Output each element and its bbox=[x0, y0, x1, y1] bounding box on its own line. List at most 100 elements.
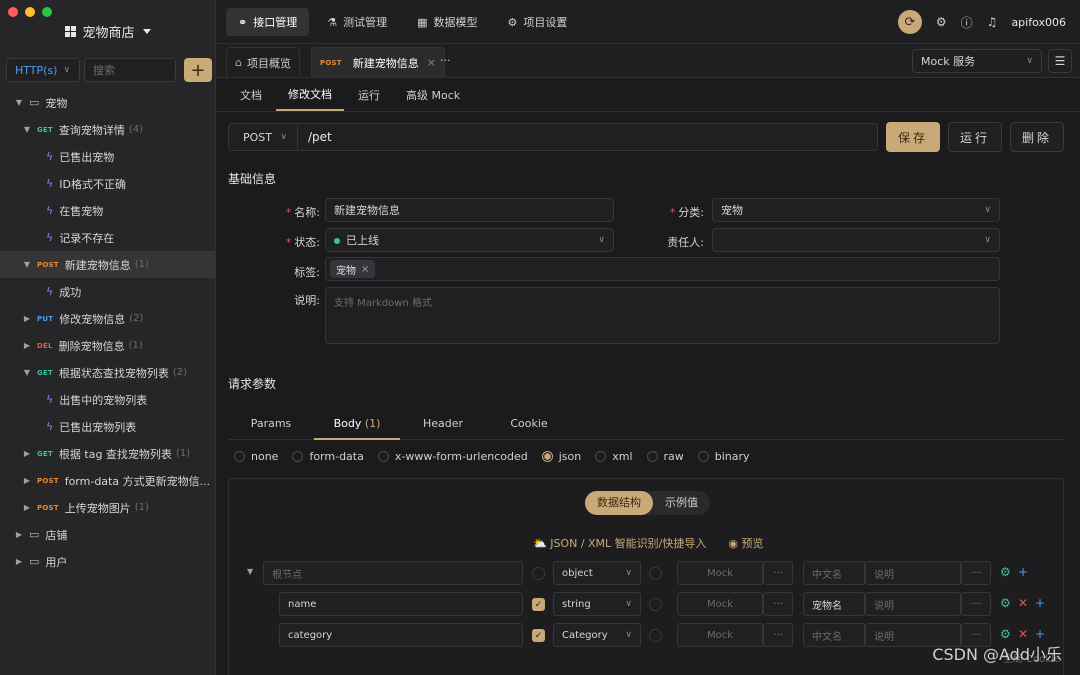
radio-json[interactable]: json bbox=[541, 450, 581, 463]
gear-icon[interactable]: ⚙ bbox=[1000, 565, 1011, 579]
tree-case-item[interactable]: ϟ 已售出宠物列表 bbox=[0, 413, 216, 440]
run-button[interactable]: 运行 bbox=[948, 122, 1002, 152]
preview-link[interactable]: ◉ 预览 bbox=[728, 535, 763, 551]
tree-case-item[interactable]: ϟ 成功 bbox=[0, 278, 216, 305]
top-tab-3[interactable]: ⚙ 项目设置 bbox=[496, 8, 580, 36]
tree-api-item[interactable]: ▼ POST 新建宠物信息 (1) bbox=[0, 251, 216, 278]
tree-api-item[interactable]: ▶ PUT 修改宠物信息 (2) bbox=[0, 305, 216, 332]
help-icon[interactable]: ⓘ bbox=[961, 14, 973, 31]
more-tabs-button[interactable]: ··· bbox=[440, 54, 451, 67]
description-input[interactable]: 说明 bbox=[865, 561, 961, 585]
caret-right-icon[interactable]: ▶ bbox=[22, 314, 32, 323]
tags-field[interactable]: 宠物 × bbox=[325, 257, 1000, 281]
required-checkbox[interactable]: ✓ bbox=[532, 598, 545, 611]
delete-icon[interactable]: ✕ bbox=[1018, 596, 1028, 610]
tree-api-item[interactable]: ▶ GET 根据 tag 查找宠物列表 (1) bbox=[0, 440, 216, 467]
caret-down-icon[interactable]: ▼ bbox=[22, 125, 32, 134]
sync-icon[interactable]: ⟳ bbox=[897, 10, 922, 34]
tree-case-item[interactable]: ϟ 出售中的宠物列表 bbox=[0, 386, 216, 413]
caret-down-icon[interactable]: ▼ bbox=[14, 98, 24, 107]
bell-icon[interactable]: ♫ bbox=[987, 15, 998, 29]
plus-icon[interactable]: + bbox=[1035, 627, 1045, 641]
tree-api-item[interactable]: ▶ DEL 删除宠物信息 (1) bbox=[0, 332, 216, 359]
top-tab-0[interactable]: ⚭ 接口管理 bbox=[226, 8, 310, 36]
minimize-window-button[interactable] bbox=[25, 7, 35, 17]
tree-folder[interactable]: ▶ ▭ 店铺 bbox=[0, 521, 216, 548]
radio-xml[interactable]: xml bbox=[595, 450, 633, 463]
nullable-toggle[interactable] bbox=[649, 567, 662, 580]
field-name-input[interactable]: category bbox=[279, 623, 523, 647]
http-filter-select[interactable]: HTTP(s) ∨ bbox=[6, 58, 80, 82]
mock-more-button[interactable]: ··· bbox=[763, 623, 793, 647]
description-textarea[interactable]: 支持 Markdown 格式 bbox=[325, 287, 1000, 344]
owner-select[interactable]: ∨ bbox=[712, 228, 1000, 252]
method-select[interactable]: POST ∨ bbox=[228, 123, 298, 151]
chinese-name-input[interactable]: 中文名 bbox=[803, 561, 865, 585]
tree-folder[interactable]: ▼ ▭ 宠物 bbox=[0, 89, 216, 116]
category-select[interactable]: 宠物 ∨ bbox=[712, 198, 1000, 222]
url-input[interactable] bbox=[298, 123, 878, 151]
settings-icon[interactable]: ⚙ bbox=[936, 15, 947, 29]
project-switcher[interactable]: 宠物商店 bbox=[0, 22, 216, 41]
type-select[interactable]: Category ∨ bbox=[553, 623, 641, 647]
mock-input[interactable]: Mock bbox=[677, 592, 763, 616]
tree-case-item[interactable]: ϟ ID格式不正确 bbox=[0, 170, 216, 197]
user-name[interactable]: apifox006 bbox=[1011, 16, 1066, 29]
field-name-input[interactable]: 根节点 bbox=[263, 561, 523, 585]
sub-tab-0[interactable]: 文档 bbox=[228, 78, 274, 111]
field-name-input[interactable]: name bbox=[279, 592, 523, 616]
gear-icon[interactable]: ⚙ bbox=[1000, 596, 1011, 610]
param-tab-header[interactable]: Header bbox=[400, 408, 486, 440]
tree-case-item[interactable]: ϟ 在售宠物 bbox=[0, 197, 216, 224]
mock-input[interactable]: Mock bbox=[677, 623, 763, 647]
tag-chip[interactable]: 宠物 × bbox=[330, 260, 376, 278]
caret-down-icon[interactable]: ▼ bbox=[247, 567, 253, 576]
radio-raw[interactable]: raw bbox=[646, 450, 684, 463]
caret-right-icon[interactable]: ▶ bbox=[14, 557, 24, 566]
radio-x-www-form-urlencoded[interactable]: x-www-form-urlencoded bbox=[377, 450, 528, 463]
radio-none[interactable]: none bbox=[234, 450, 278, 463]
mock-service-select[interactable]: Mock 服务 ∨ bbox=[912, 49, 1042, 73]
type-select[interactable]: object ∨ bbox=[553, 561, 641, 585]
caret-right-icon[interactable]: ▶ bbox=[22, 449, 32, 458]
plus-icon[interactable]: + bbox=[1035, 596, 1045, 610]
sub-tab-3[interactable]: 高级 Mock bbox=[394, 78, 472, 111]
desc-more-button[interactable]: ··· bbox=[961, 561, 991, 585]
param-tab-cookie[interactable]: Cookie bbox=[486, 408, 572, 440]
param-tab-params[interactable]: Params bbox=[228, 408, 314, 440]
mock-input[interactable]: Mock bbox=[677, 561, 763, 585]
required-checkbox[interactable]: ✓ bbox=[532, 629, 545, 642]
tree-case-item[interactable]: ϟ 记录不存在 bbox=[0, 224, 216, 251]
caret-right-icon[interactable]: ▶ bbox=[14, 530, 24, 539]
tree-api-item[interactable]: ▶ POST 上传宠物图片 (1) bbox=[0, 494, 216, 521]
tree-api-item[interactable]: ▼ GET 根据状态查找宠物列表 (2) bbox=[0, 359, 216, 386]
menu-icon[interactable]: ☰ bbox=[1048, 49, 1072, 73]
delete-icon[interactable]: ✕ bbox=[1018, 627, 1028, 641]
tab-project-overview[interactable]: ⌂ 项目概览 bbox=[226, 47, 300, 77]
name-field[interactable]: 新建宠物信息 bbox=[325, 198, 614, 222]
caret-right-icon[interactable]: ▶ bbox=[22, 341, 32, 350]
sub-tab-2[interactable]: 运行 bbox=[346, 78, 392, 111]
plus-icon[interactable]: + bbox=[1018, 565, 1028, 579]
tree-folder[interactable]: ▶ ▭ 用户 bbox=[0, 548, 216, 575]
nullable-toggle[interactable] bbox=[649, 598, 662, 611]
radio-form-data[interactable]: form-data bbox=[292, 450, 364, 463]
desc-more-button[interactable]: ··· bbox=[961, 592, 991, 616]
close-icon[interactable]: × bbox=[427, 56, 436, 69]
nullable-toggle[interactable] bbox=[649, 629, 662, 642]
tree-api-item[interactable]: ▼ GET 查询宠物详情 (4) bbox=[0, 116, 216, 143]
description-input[interactable]: 说明 bbox=[865, 592, 961, 616]
type-select[interactable]: string ∨ bbox=[553, 592, 641, 616]
close-window-button[interactable] bbox=[8, 7, 18, 17]
radio-binary[interactable]: binary bbox=[697, 450, 750, 463]
caret-down-icon[interactable]: ▼ bbox=[22, 260, 32, 269]
chinese-name-input[interactable]: 中文名 bbox=[803, 623, 865, 647]
save-button[interactable]: 保存 bbox=[886, 122, 940, 152]
caret-down-icon[interactable]: ▼ bbox=[22, 368, 32, 377]
chinese-name-input[interactable]: 宠物名 bbox=[803, 592, 865, 616]
caret-right-icon[interactable]: ▶ bbox=[22, 503, 32, 512]
segment-structure[interactable]: 数据结构 bbox=[585, 491, 653, 515]
gear-icon[interactable]: ⚙ bbox=[1000, 627, 1011, 641]
mock-more-button[interactable]: ··· bbox=[763, 561, 793, 585]
caret-right-icon[interactable]: ▶ bbox=[22, 476, 32, 485]
